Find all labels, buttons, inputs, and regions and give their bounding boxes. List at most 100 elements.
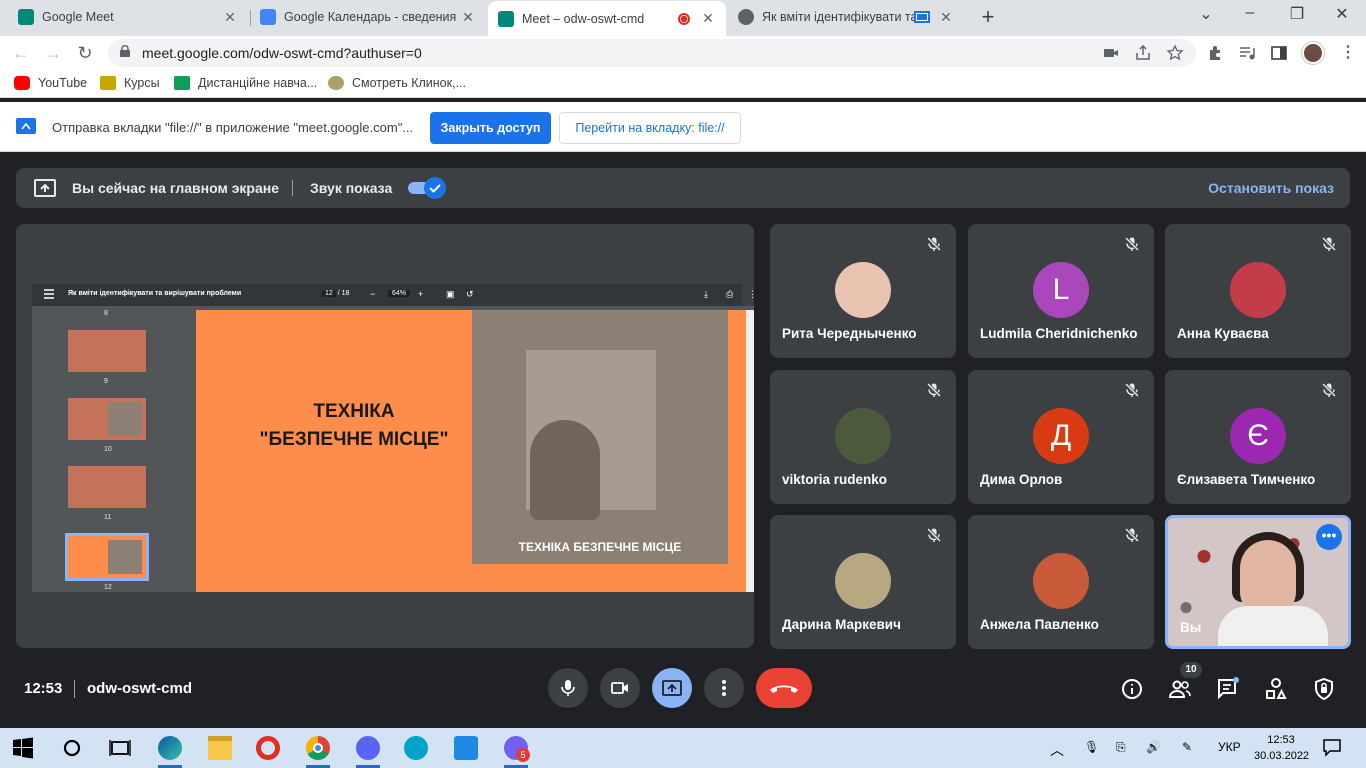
star-icon[interactable] xyxy=(1166,44,1184,62)
people-icon[interactable] xyxy=(1168,677,1192,701)
more-horiz-icon[interactable]: ••• xyxy=(1316,524,1342,550)
windows-start-icon[interactable] xyxy=(12,737,34,759)
back-button[interactable]: ← xyxy=(10,42,32,64)
profile-avatar[interactable] xyxy=(1302,42,1324,64)
canva-icon[interactable] xyxy=(404,736,428,760)
participant-tile[interactable]: L Ludmila Cheridnichenko xyxy=(968,224,1154,358)
close-tab-icon[interactable]: ✕ xyxy=(938,9,954,26)
presentation-audio-toggle[interactable] xyxy=(408,177,446,199)
bookmark-distance-learning[interactable]: Дистанційне навча... xyxy=(174,76,317,90)
camera-button[interactable] xyxy=(600,668,640,708)
notifications-icon[interactable] xyxy=(1322,737,1342,757)
plus-square-icon xyxy=(174,76,190,90)
tab-meet-active[interactable]: Meet – odw-oswt-cmd ✕ xyxy=(488,1,726,36)
leave-call-button[interactable] xyxy=(756,668,812,708)
extensions-icon[interactable] xyxy=(1206,44,1224,62)
lock-icon xyxy=(120,45,130,57)
participant-avatar xyxy=(835,262,891,318)
share-icon[interactable] xyxy=(1134,44,1152,62)
host-controls-icon[interactable] xyxy=(1312,677,1336,701)
close-tab-icon[interactable]: ✕ xyxy=(460,9,476,26)
pdf-page-area: ТЕХНІКА "БЕЗПЕЧНЕ МІСЦЕ" ТЕХНІКА БЕЗПЕЧН… xyxy=(176,306,754,592)
volume-icon[interactable]: 🔊 xyxy=(1146,740,1161,754)
file-explorer-icon[interactable] xyxy=(208,736,232,760)
bookmark-label: Дистанційне навча... xyxy=(198,76,318,90)
participant-tile[interactable]: Дарина Маркевич xyxy=(770,515,956,649)
meeting-code: odw-oswt-cmd xyxy=(87,680,192,697)
mic-off-icon xyxy=(926,236,942,252)
bookmark-courses[interactable]: Курсы xyxy=(100,76,160,90)
task-view-icon[interactable] xyxy=(108,736,132,760)
tab-title: Як вміти ідентифікувати та xyxy=(762,10,914,24)
presenting-status: Вы сейчас на главном экране xyxy=(72,180,280,196)
more-vert-icon[interactable]: ⋮ xyxy=(1340,42,1356,62)
new-tab-button[interactable]: + xyxy=(976,4,1000,30)
side-panel-icon[interactable] xyxy=(1270,44,1288,62)
pdf-page-indicator: 12 / 18 xyxy=(322,290,349,297)
restore-button[interactable]: ❐ xyxy=(1283,4,1311,24)
participant-name: viktoria rudenko xyxy=(782,472,888,487)
participant-name: Єлизавета Тимченко xyxy=(1177,472,1316,487)
close-access-button[interactable]: Закрыть доступ xyxy=(430,112,551,144)
viber-icon[interactable]: 5 xyxy=(504,736,530,762)
language-indicator[interactable]: УКР xyxy=(1218,740,1241,754)
bookmark-klinok[interactable]: Смотреть Клинок,... xyxy=(328,76,466,90)
viber-badge: 5 xyxy=(516,748,530,762)
mic-icon xyxy=(561,680,575,696)
media-control-icon[interactable] xyxy=(1238,44,1256,62)
minimize-button[interactable]: – xyxy=(1236,4,1264,22)
pdf-title: Як вміти ідентифікувати та вирішувати пр… xyxy=(68,290,242,297)
close-tab-icon[interactable]: ✕ xyxy=(700,10,716,27)
pdf-thumbnails: 8 9 10 11 12 xyxy=(32,306,176,592)
address-bar[interactable]: meet.google.com/odw-oswt-cmd?authuser=0 xyxy=(108,39,1196,67)
close-tab-icon[interactable]: ✕ xyxy=(222,9,238,26)
taskbar-clock[interactable]: 12:53 30.03.2022 xyxy=(1254,732,1309,764)
mic-off-icon xyxy=(1124,382,1140,398)
mic-off-icon xyxy=(926,527,942,543)
chat-icon[interactable] xyxy=(1216,677,1240,701)
participant-tile[interactable]: viktoria rudenko xyxy=(770,370,956,504)
tab-title: Google Календарь - сведения о xyxy=(284,10,460,24)
participant-tile[interactable]: Є Єлизавета Тимченко xyxy=(1165,370,1351,504)
bookmark-label: YouTube xyxy=(38,76,88,90)
participant-tile[interactable]: Рита Чередныченко xyxy=(770,224,956,358)
participant-tile[interactable]: Анна Куваєва xyxy=(1165,224,1351,358)
present-screen-icon xyxy=(34,179,56,197)
present-button[interactable] xyxy=(652,668,692,708)
stop-presenting-button[interactable]: Остановить показ xyxy=(1208,180,1334,196)
activities-icon[interactable] xyxy=(1264,677,1288,701)
close-window-button[interactable]: ✕ xyxy=(1328,4,1356,24)
info-icon[interactable] xyxy=(1120,677,1144,701)
participant-tile[interactable]: Д Дима Орлов xyxy=(968,370,1154,504)
edge-icon[interactable] xyxy=(158,736,182,760)
participant-avatar: Є xyxy=(1230,408,1286,464)
forward-button[interactable]: → xyxy=(42,42,64,64)
participant-name: Анжела Павленко xyxy=(980,617,1099,632)
more-options-button[interactable] xyxy=(704,668,744,708)
chevron-up-icon[interactable]: ︿ xyxy=(1050,740,1064,760)
reload-button[interactable]: ↻ xyxy=(74,42,96,64)
participant-tile[interactable]: Анжела Павленко xyxy=(968,515,1154,649)
self-video-tile[interactable]: ••• Вы xyxy=(1165,515,1351,649)
network-icon[interactable]: ⎘ xyxy=(1116,740,1126,755)
go-to-tab-button[interactable]: Перейти на вкладку: file:// xyxy=(559,112,741,144)
participant-avatar: L xyxy=(1033,262,1089,318)
pen-icon[interactable]: ✎ xyxy=(1182,740,1192,754)
tab-pdf[interactable]: Як вміти ідентифікувати та ✕ xyxy=(728,0,964,34)
opera-icon[interactable] xyxy=(256,736,280,760)
bookmark-label: Смотреть Клинок,... xyxy=(352,76,466,90)
mic-tray-icon[interactable]: 🎙 xyxy=(1084,740,1099,754)
bookmark-youtube[interactable]: YouTube xyxy=(14,76,87,90)
thumb-number: 9 xyxy=(104,378,108,385)
browser-toolbar: ← → ↻ meet.google.com/odw-oswt-cmd?authu… xyxy=(0,36,1366,70)
discord-icon[interactable] xyxy=(356,736,380,760)
camera-icon[interactable] xyxy=(1102,44,1120,62)
search-icon[interactable] xyxy=(60,736,84,760)
bookmark-label: Курсы xyxy=(124,76,160,90)
photos-icon[interactable] xyxy=(454,736,478,760)
tab-google-meet[interactable]: Google Meet ✕ xyxy=(8,0,248,34)
chevron-down-icon[interactable]: ⌄ xyxy=(1192,4,1220,24)
microphone-button[interactable] xyxy=(548,668,588,708)
chrome-icon[interactable] xyxy=(306,736,330,760)
tab-google-calendar[interactable]: Google Календарь - сведения о ✕ xyxy=(250,0,486,34)
